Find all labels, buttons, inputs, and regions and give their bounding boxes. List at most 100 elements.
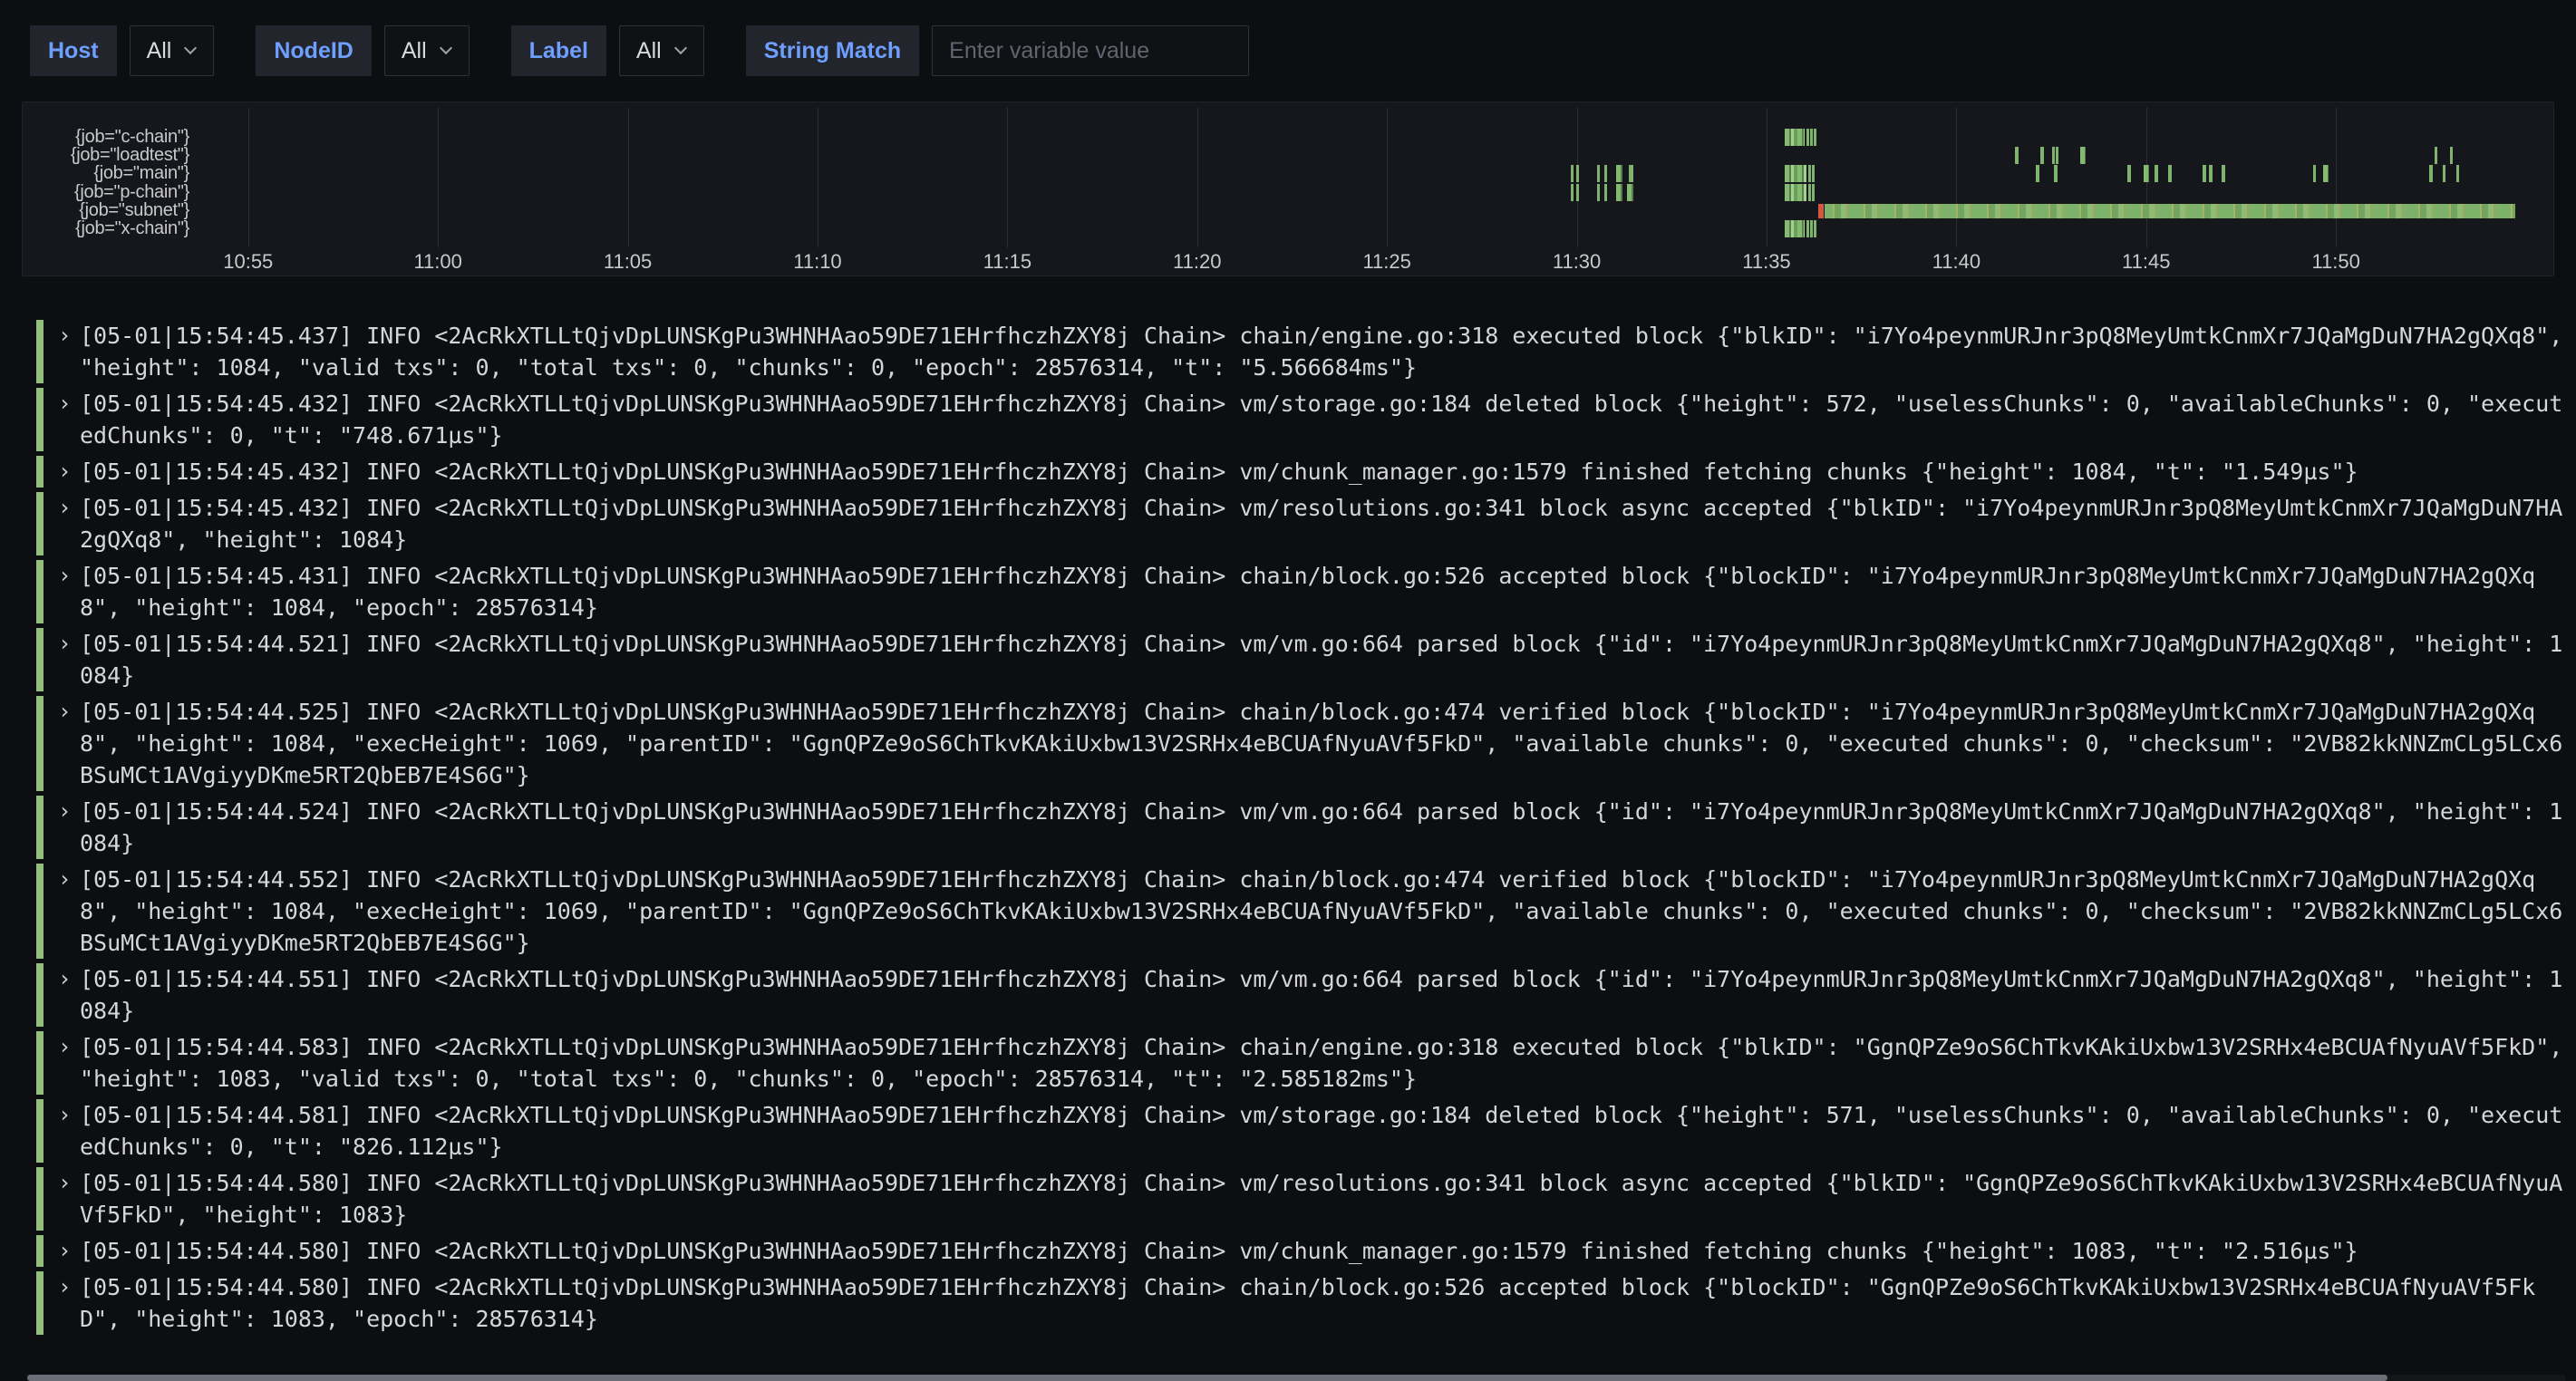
log-row[interactable]: ›[05-01|15:54:44.580] INFO <2AcRkXTLLtQj… [36,1271,2576,1335]
log-row[interactable]: ›[05-01|15:54:44.581] INFO <2AcRkXTLLtQj… [36,1099,2576,1163]
expand-chevron-icon[interactable]: › [58,1167,80,1199]
timeline-segment-loadtest [2040,147,2043,164]
log-line-text: [05-01|15:54:44.581] INFO <2AcRkXTLLtQjv… [80,1099,2576,1163]
log-row[interactable]: ›[05-01|15:54:44.583] INFO <2AcRkXTLLtQj… [36,1031,2576,1095]
variable-group-host: Host All [30,25,214,76]
log-row[interactable]: ›[05-01|15:54:45.437] INFO <2AcRkXTLLtQj… [36,320,2576,383]
expand-chevron-icon[interactable]: › [58,560,80,592]
timeline-segment-main [1604,165,1607,182]
log-line-text: [05-01|15:54:44.521] INFO <2AcRkXTLLtQjv… [80,628,2576,691]
timeline-segment-main [1571,165,1574,182]
timeline-segment-c-chain [1785,129,1805,146]
timeline-lane-c-chain [23,129,2553,146]
string-match-input[interactable] [932,25,1249,76]
string-match-label: String Match [746,25,919,76]
time-axis-label: 10:55 [223,250,273,274]
log-row[interactable]: ›[05-01|15:54:45.432] INFO <2AcRkXTLLtQj… [36,492,2576,555]
host-variable-label: Host [30,25,117,76]
log-row[interactable]: ›[05-01|15:54:44.551] INFO <2AcRkXTLLtQj… [36,963,2576,1027]
log-line-text: [05-01|15:54:44.524] INFO <2AcRkXTLLtQjv… [80,796,2576,859]
expand-chevron-icon[interactable]: › [58,1099,80,1131]
expand-chevron-icon[interactable]: › [58,696,80,728]
timeline-segment-main [2127,165,2130,182]
timeline-segment-p-chain [1576,184,1579,201]
chevron-down-icon [674,42,687,54]
expand-chevron-icon[interactable]: › [58,320,80,352]
timeline-segment-loadtest [2052,147,2055,164]
time-axis-label: 11:35 [1742,250,1790,274]
horizontal-scrollbar-track[interactable] [27,1375,2565,1381]
timeline-segment-main [2036,165,2039,182]
log-line-text: [05-01|15:54:45.437] INFO <2AcRkXTLLtQjv… [80,320,2576,383]
timeline-segment-loadtest [2450,147,2453,164]
log-line-text: [05-01|15:54:44.583] INFO <2AcRkXTLLtQjv… [80,1031,2576,1095]
timeline-segment-main [2054,165,2057,182]
log-row[interactable]: ›[05-01|15:54:44.524] INFO <2AcRkXTLLtQj… [36,796,2576,859]
nodeid-variable-select[interactable]: All [384,25,470,76]
timeline-segment-loadtest [2080,147,2086,164]
log-volume-timeline-panel: {job="c-chain"}{job="loadtest"}{job="mai… [22,101,2554,276]
expand-chevron-icon[interactable]: › [58,456,80,488]
timeline-lane-subnet [23,202,2553,219]
timeline-segment-main [2209,165,2212,182]
log-line-text: [05-01|15:54:44.551] INFO <2AcRkXTLLtQjv… [80,963,2576,1027]
host-variable-select[interactable]: All [130,25,215,76]
timeline-segment-subnet [1818,204,1824,218]
timeline-segment-main [2168,165,2171,182]
time-axis-label: 11:40 [1932,250,1980,274]
expand-chevron-icon[interactable]: › [58,492,80,524]
time-axis-label: 11:10 [793,250,841,274]
log-row[interactable]: ›[05-01|15:54:45.432] INFO <2AcRkXTLLtQj… [36,456,2576,488]
expand-chevron-icon[interactable]: › [58,388,80,420]
log-row[interactable]: ›[05-01|15:54:45.431] INFO <2AcRkXTLLtQj… [36,560,2576,623]
timeline-segment-main [1785,165,1806,182]
timeline-segment-loadtest [2056,147,2058,164]
log-row[interactable]: ›[05-01|15:54:45.432] INFO <2AcRkXTLLtQj… [36,388,2576,451]
log-row[interactable]: ›[05-01|15:54:44.521] INFO <2AcRkXTLLtQj… [36,628,2576,691]
expand-chevron-icon[interactable]: › [58,1031,80,1063]
log-row[interactable]: ›[05-01|15:54:44.580] INFO <2AcRkXTLLtQj… [36,1235,2576,1267]
timeline-segment-x-chain [1814,220,1816,237]
timeline-segment-x-chain [1806,220,1809,237]
log-line-text: [05-01|15:54:44.580] INFO <2AcRkXTLLtQjv… [80,1271,2576,1335]
log-row[interactable]: ›[05-01|15:54:44.552] INFO <2AcRkXTLLtQj… [36,864,2576,959]
timeline-segment-main [2222,165,2224,182]
time-axis-label: 11:30 [1553,250,1601,274]
variable-group-label: Label All [511,25,704,76]
expand-chevron-icon[interactable]: › [58,963,80,995]
log-row[interactable]: ›[05-01|15:54:44.580] INFO <2AcRkXTLLtQj… [36,1167,2576,1231]
log-line-text: [05-01|15:54:44.580] INFO <2AcRkXTLLtQjv… [80,1235,2576,1267]
timeline-segment-main [2313,165,2316,182]
time-axis-label: 11:05 [604,250,652,274]
timeline-segment-x-chain [1785,220,1805,237]
timeline-segment-loadtest [2435,147,2437,164]
expand-chevron-icon[interactable]: › [58,1235,80,1267]
timeline-segment-main [2456,165,2459,182]
expand-chevron-icon[interactable]: › [58,1271,80,1303]
timeline-segment-p-chain [1808,184,1811,201]
log-line-text: [05-01|15:54:45.432] INFO <2AcRkXTLLtQjv… [80,456,2576,488]
timeline-segment-x-chain [1810,220,1813,237]
chevron-down-icon [184,42,197,54]
timeline-segment-c-chain [1814,129,1816,146]
horizontal-scrollbar-thumb[interactable] [27,1375,2387,1381]
expand-chevron-icon[interactable]: › [58,796,80,827]
timeline-segment-c-chain [1810,129,1813,146]
timeline-segment-p-chain [1571,184,1574,201]
timeline-segment-loadtest [2015,147,2018,164]
time-axis-label: 11:50 [2311,250,2359,274]
timeline-segment-main [2203,165,2205,182]
timeline-segment-main [1597,165,1600,182]
variable-group-string-match: String Match [746,25,1249,76]
label-variable-label: Label [511,25,606,76]
expand-chevron-icon[interactable]: › [58,628,80,660]
series-label: {job="p-chain"} [30,183,189,201]
expand-chevron-icon[interactable]: › [58,864,80,895]
timeline-lane-x-chain [23,220,2553,237]
label-variable-select[interactable]: All [619,25,704,76]
log-row[interactable]: ›[05-01|15:54:44.525] INFO <2AcRkXTLLtQj… [36,696,2576,791]
label-variable-value: All [636,38,662,64]
series-label: {job="subnet"} [30,201,189,219]
time-axis-label: 11:15 [983,250,1031,274]
timeline-segment-main [2429,165,2432,182]
